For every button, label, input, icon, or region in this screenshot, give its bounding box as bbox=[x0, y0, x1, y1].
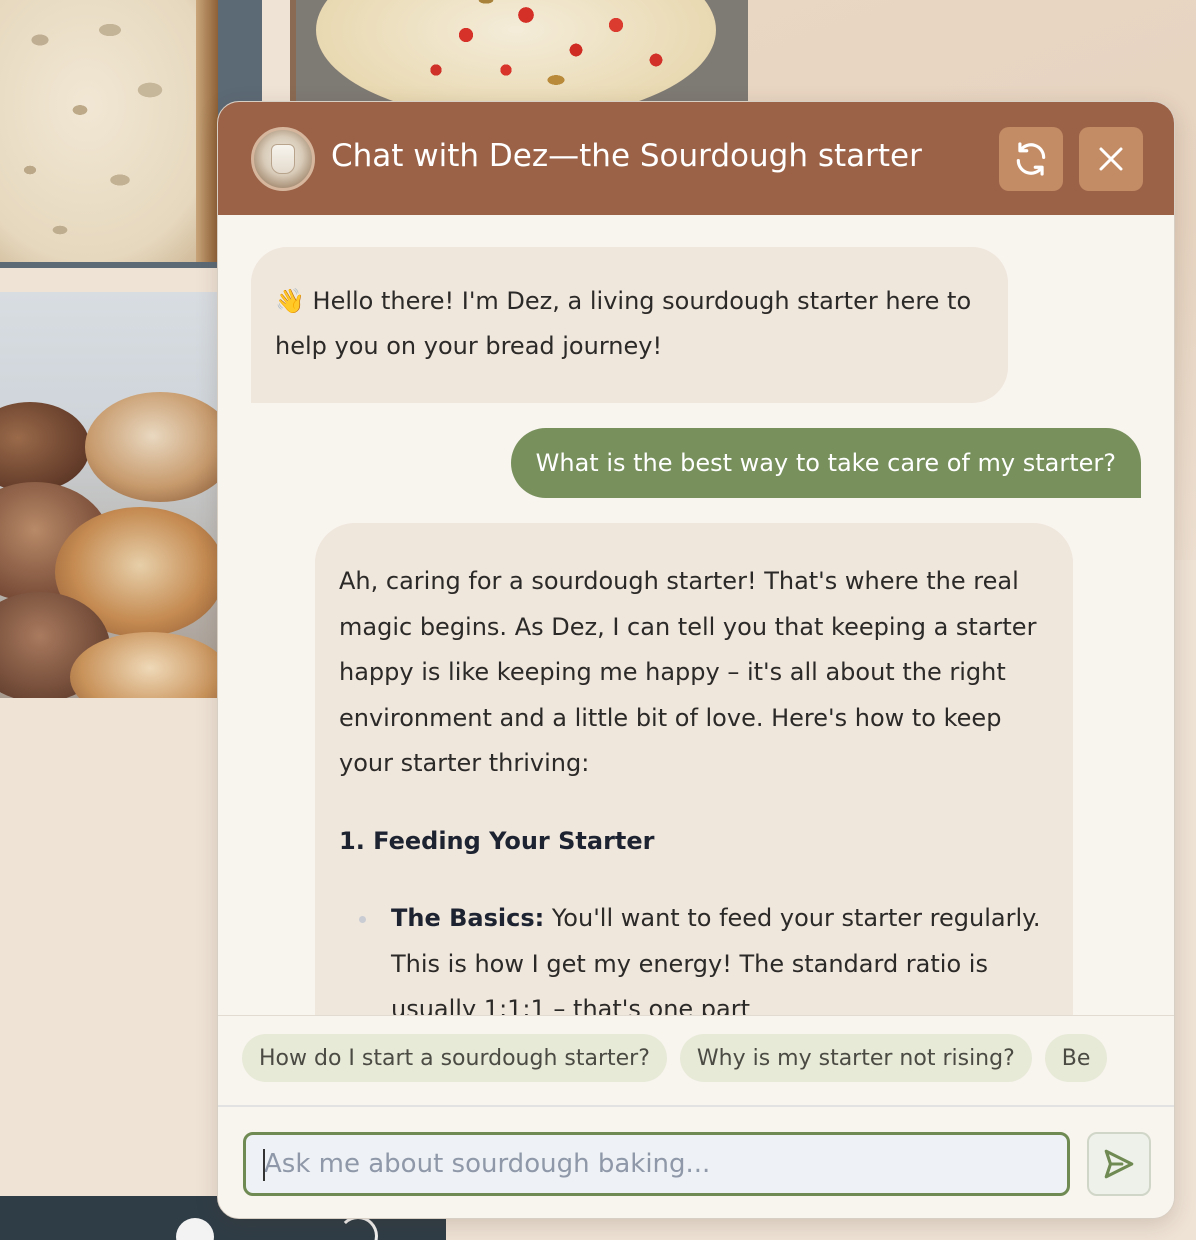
focaccia-photo bbox=[290, 0, 748, 104]
composer bbox=[218, 1105, 1174, 1218]
chat-title: Chat with Dez—the Sourdough starter bbox=[331, 138, 922, 174]
message-input[interactable] bbox=[243, 1132, 1070, 1196]
waving-hand-icon: 👋 bbox=[275, 287, 305, 315]
share-icon[interactable] bbox=[338, 1216, 378, 1240]
suggestion-bar: How do I start a sourdough starter? Why i… bbox=[218, 1015, 1174, 1105]
chat-header: Chat with Dez—the Sourdough starter bbox=[218, 102, 1174, 215]
reply-list-item: The Basics: You'll want to feed your sta… bbox=[359, 896, 1049, 1015]
bot-reply-message: Ah, caring for a sourdough starter! That… bbox=[315, 523, 1073, 1015]
suggestion-track[interactable]: How do I start a sourdough starter? Why i… bbox=[242, 1034, 1150, 1082]
reply-heading: 1. Feeding Your Starter bbox=[339, 826, 655, 855]
suggestion-chip[interactable]: Be bbox=[1044, 1034, 1108, 1082]
bot-greeting-message: 👋 Hello there! I'm Dez, a living sourdou… bbox=[251, 247, 1008, 403]
refresh-icon bbox=[1016, 142, 1046, 176]
send-button[interactable] bbox=[1087, 1132, 1151, 1196]
refresh-button[interactable] bbox=[999, 127, 1063, 191]
greeting-text: Hello there! I'm Dez, a living sourdough… bbox=[275, 287, 972, 360]
sourdough-jar-avatar-icon bbox=[251, 127, 315, 191]
user-message: What is the best way to take care of my … bbox=[510, 428, 1141, 498]
text-caret bbox=[263, 1149, 265, 1181]
message-list[interactable]: 👋 Hello there! I'm Dez, a living sourdou… bbox=[218, 215, 1174, 1015]
info-icon[interactable] bbox=[176, 1218, 214, 1240]
send-icon bbox=[1104, 1149, 1134, 1179]
suggestion-chip[interactable]: Why is my starter not rising? bbox=[679, 1034, 1032, 1082]
chat-widget: Chat with Dez—the Sourdough starter 👋 He… bbox=[217, 101, 1175, 1219]
reply-intro: Ah, caring for a sourdough starter! That… bbox=[339, 567, 1037, 777]
reply-list: The Basics: You'll want to feed your sta… bbox=[339, 896, 1049, 1015]
sourdough-loaves-photo bbox=[0, 292, 222, 698]
user-message-text: What is the best way to take care of my … bbox=[535, 449, 1116, 477]
close-icon bbox=[1099, 147, 1123, 171]
suggestion-chip[interactable]: How do I start a sourdough starter? bbox=[242, 1034, 667, 1082]
reply-bullet-label: The Basics: bbox=[391, 904, 545, 932]
close-button[interactable] bbox=[1079, 127, 1143, 191]
